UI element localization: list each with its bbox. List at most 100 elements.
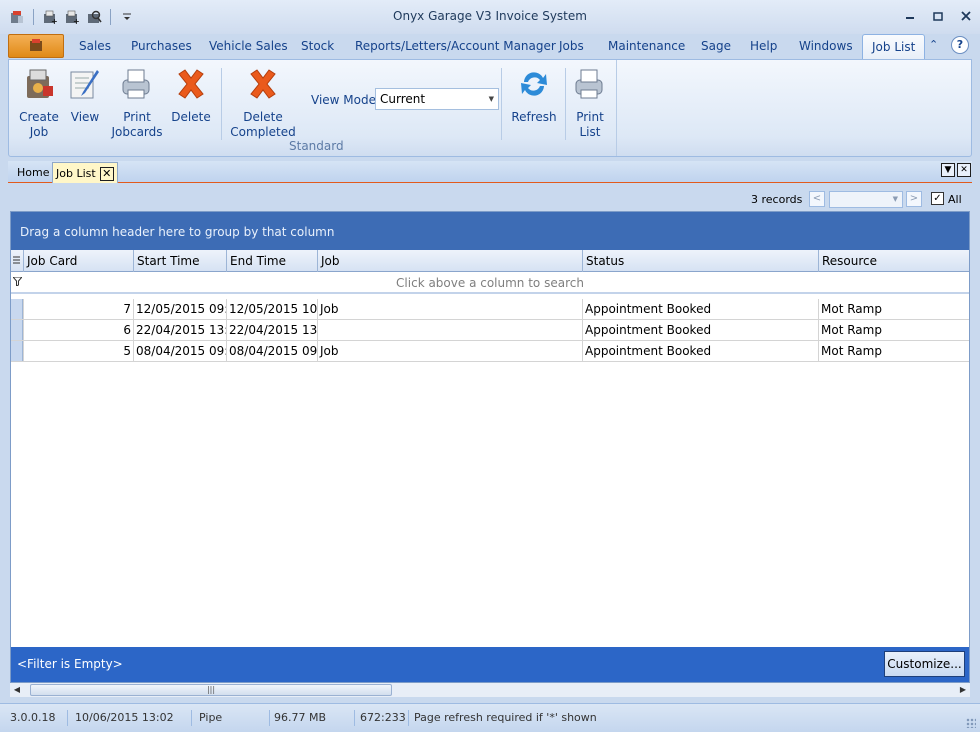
delete-button[interactable]: Delete bbox=[171, 66, 211, 125]
tab-vehicle-sales[interactable]: Vehicle Sales bbox=[209, 39, 288, 53]
column-header-job[interactable]: Job bbox=[317, 250, 582, 272]
grid-header: Job Card Start Time End Time Job Status … bbox=[11, 250, 969, 272]
chevron-down-icon: ▼ bbox=[892, 195, 898, 203]
table-row[interactable]: 5 08/04/2015 09: 08/04/2015 09: Job Appo… bbox=[11, 341, 969, 362]
tab-sage[interactable]: Sage bbox=[701, 39, 731, 53]
print-jobcards-button[interactable]: Print Jobcards bbox=[111, 66, 163, 140]
print-jobcards-label: Print Jobcards bbox=[111, 110, 163, 139]
column-header-status[interactable]: Status bbox=[582, 250, 818, 272]
ribbon-separator bbox=[501, 68, 502, 140]
table-row[interactable]: 7 12/05/2015 09: 12/05/2015 10: Job Appo… bbox=[11, 299, 969, 320]
view-mode-label: View Mode bbox=[311, 93, 376, 107]
collapse-ribbon-icon[interactable]: ⌃ bbox=[929, 38, 938, 51]
tab-list-dropdown-icon[interactable]: ▼ bbox=[941, 163, 955, 177]
row-selector[interactable] bbox=[11, 341, 23, 361]
tab-windows[interactable]: Windows bbox=[799, 39, 853, 53]
close-icon[interactable] bbox=[952, 6, 980, 26]
cell-job-card: 6 bbox=[23, 320, 133, 340]
create-job-button[interactable]: Create Job bbox=[17, 66, 61, 140]
window-title: Onyx Garage V3 Invoice System bbox=[393, 9, 587, 23]
scroll-right-icon[interactable]: ▶ bbox=[956, 683, 970, 697]
row-selector[interactable] bbox=[11, 320, 23, 340]
tab-maintenance[interactable]: Maintenance bbox=[608, 39, 685, 53]
cell-resource: Mot Ramp bbox=[818, 341, 969, 361]
tab-reports[interactable]: Reports/Letters/Account Manager bbox=[355, 39, 556, 53]
status-separator bbox=[191, 710, 192, 726]
doc-tab-job-list[interactable]: Job List ✕ bbox=[52, 162, 118, 183]
cell-job bbox=[317, 320, 582, 340]
next-page-icon[interactable]: > bbox=[906, 191, 922, 207]
status-datetime: 10/06/2015 13:02 bbox=[75, 711, 174, 724]
restore-icon[interactable] bbox=[924, 6, 952, 26]
filter-status-text[interactable]: <Filter is Empty> bbox=[17, 657, 123, 671]
column-chooser-icon[interactable] bbox=[11, 250, 23, 272]
cell-start-time: 12/05/2015 09: bbox=[133, 299, 226, 319]
help-icon[interactable]: ? bbox=[951, 36, 969, 54]
tab-help[interactable]: Help bbox=[750, 39, 777, 53]
tab-job-list[interactable]: Job List bbox=[862, 34, 926, 60]
view-button[interactable]: View bbox=[65, 66, 105, 125]
ribbon-separator bbox=[221, 68, 222, 140]
print-list-button[interactable]: Print List bbox=[571, 66, 609, 140]
document-tab-strip: Home Job List ✕ ▼ ✕ bbox=[8, 161, 972, 183]
ribbon-panel: Create Job View Print Jobcards Delete De… bbox=[8, 59, 972, 157]
column-header-resource[interactable]: Resource bbox=[818, 250, 969, 272]
doc-tab-home[interactable]: Home bbox=[17, 166, 49, 179]
refresh-button[interactable]: Refresh bbox=[509, 66, 559, 125]
tab-jobs[interactable]: Jobs bbox=[559, 39, 584, 53]
group-by-panel[interactable]: Drag a column header here to group by th… bbox=[11, 212, 969, 250]
resize-grip-icon[interactable] bbox=[966, 718, 976, 728]
status-separator bbox=[67, 710, 68, 726]
search-filter-row[interactable]: Click above a column to search bbox=[11, 272, 969, 294]
delete-completed-icon bbox=[250, 69, 276, 99]
application-button[interactable] bbox=[8, 34, 64, 58]
cell-end-time: 08/04/2015 09: bbox=[226, 341, 317, 361]
minimize-icon[interactable] bbox=[896, 6, 924, 26]
tab-stock[interactable]: Stock bbox=[301, 39, 334, 53]
printer-icon bbox=[122, 69, 150, 99]
cell-resource: Mot Ramp bbox=[818, 299, 969, 319]
scrollbar-thumb[interactable]: ||| bbox=[30, 684, 392, 696]
refresh-label: Refresh bbox=[511, 110, 557, 124]
column-header-job-card[interactable]: Job Card bbox=[23, 250, 133, 272]
filter-hint: Click above a column to search bbox=[396, 276, 584, 290]
delete-label: Delete bbox=[171, 110, 211, 124]
close-document-icon[interactable]: ✕ bbox=[957, 163, 971, 177]
cell-start-time: 22/04/2015 13: bbox=[133, 320, 226, 340]
cell-job-card: 5 bbox=[23, 341, 133, 361]
column-header-start-time[interactable]: Start Time bbox=[133, 250, 226, 272]
tab-sales[interactable]: Sales bbox=[79, 39, 111, 53]
records-bar: 3 records < ▼ > ✓ All bbox=[10, 187, 968, 211]
view-label: View bbox=[70, 110, 100, 124]
view-mode-select[interactable]: Current ▼ bbox=[375, 88, 499, 110]
all-checkbox[interactable]: ✓ bbox=[931, 192, 944, 205]
delete-completed-button[interactable]: Delete Completed bbox=[230, 66, 296, 140]
status-user: Pipe bbox=[199, 711, 223, 724]
record-count: 3 records bbox=[751, 193, 803, 206]
column-header-end-time[interactable]: End Time bbox=[226, 250, 317, 272]
view-mode-value: Current bbox=[380, 92, 426, 106]
table-row[interactable]: 6 22/04/2015 13: 22/04/2015 13: Appointm… bbox=[11, 320, 969, 341]
scroll-left-icon[interactable]: ◀ bbox=[10, 683, 24, 697]
horizontal-scrollbar[interactable]: ◀ ||| ▶ bbox=[10, 683, 970, 697]
customize-button[interactable]: Customize... bbox=[884, 651, 965, 677]
window-controls bbox=[896, 6, 980, 26]
cell-end-time: 12/05/2015 10: bbox=[226, 299, 317, 319]
cell-job: Job bbox=[317, 299, 582, 319]
cell-job: Job bbox=[317, 341, 582, 361]
page-select[interactable]: ▼ bbox=[829, 191, 903, 208]
job-list-grid: Drag a column header here to group by th… bbox=[10, 211, 970, 683]
doc-tab-job-list-label: Job List bbox=[56, 167, 96, 180]
delete-icon bbox=[178, 69, 204, 99]
status-version: 3.0.0.18 bbox=[10, 711, 56, 724]
row-selector[interactable] bbox=[11, 299, 23, 319]
ribbon-tab-row: Sales Purchases Vehicle Sales Stock Repo… bbox=[0, 34, 980, 60]
ribbon-group-label: Standard bbox=[289, 139, 344, 153]
filter-status-bar: <Filter is Empty> Customize... bbox=[11, 647, 969, 682]
close-tab-icon[interactable]: ✕ bbox=[99, 167, 114, 181]
tab-purchases[interactable]: Purchases bbox=[131, 39, 192, 53]
cell-status: Appointment Booked bbox=[582, 341, 818, 361]
print-list-label: Print List bbox=[576, 110, 604, 139]
create-job-icon bbox=[27, 69, 53, 98]
previous-page-icon[interactable]: < bbox=[809, 191, 825, 207]
